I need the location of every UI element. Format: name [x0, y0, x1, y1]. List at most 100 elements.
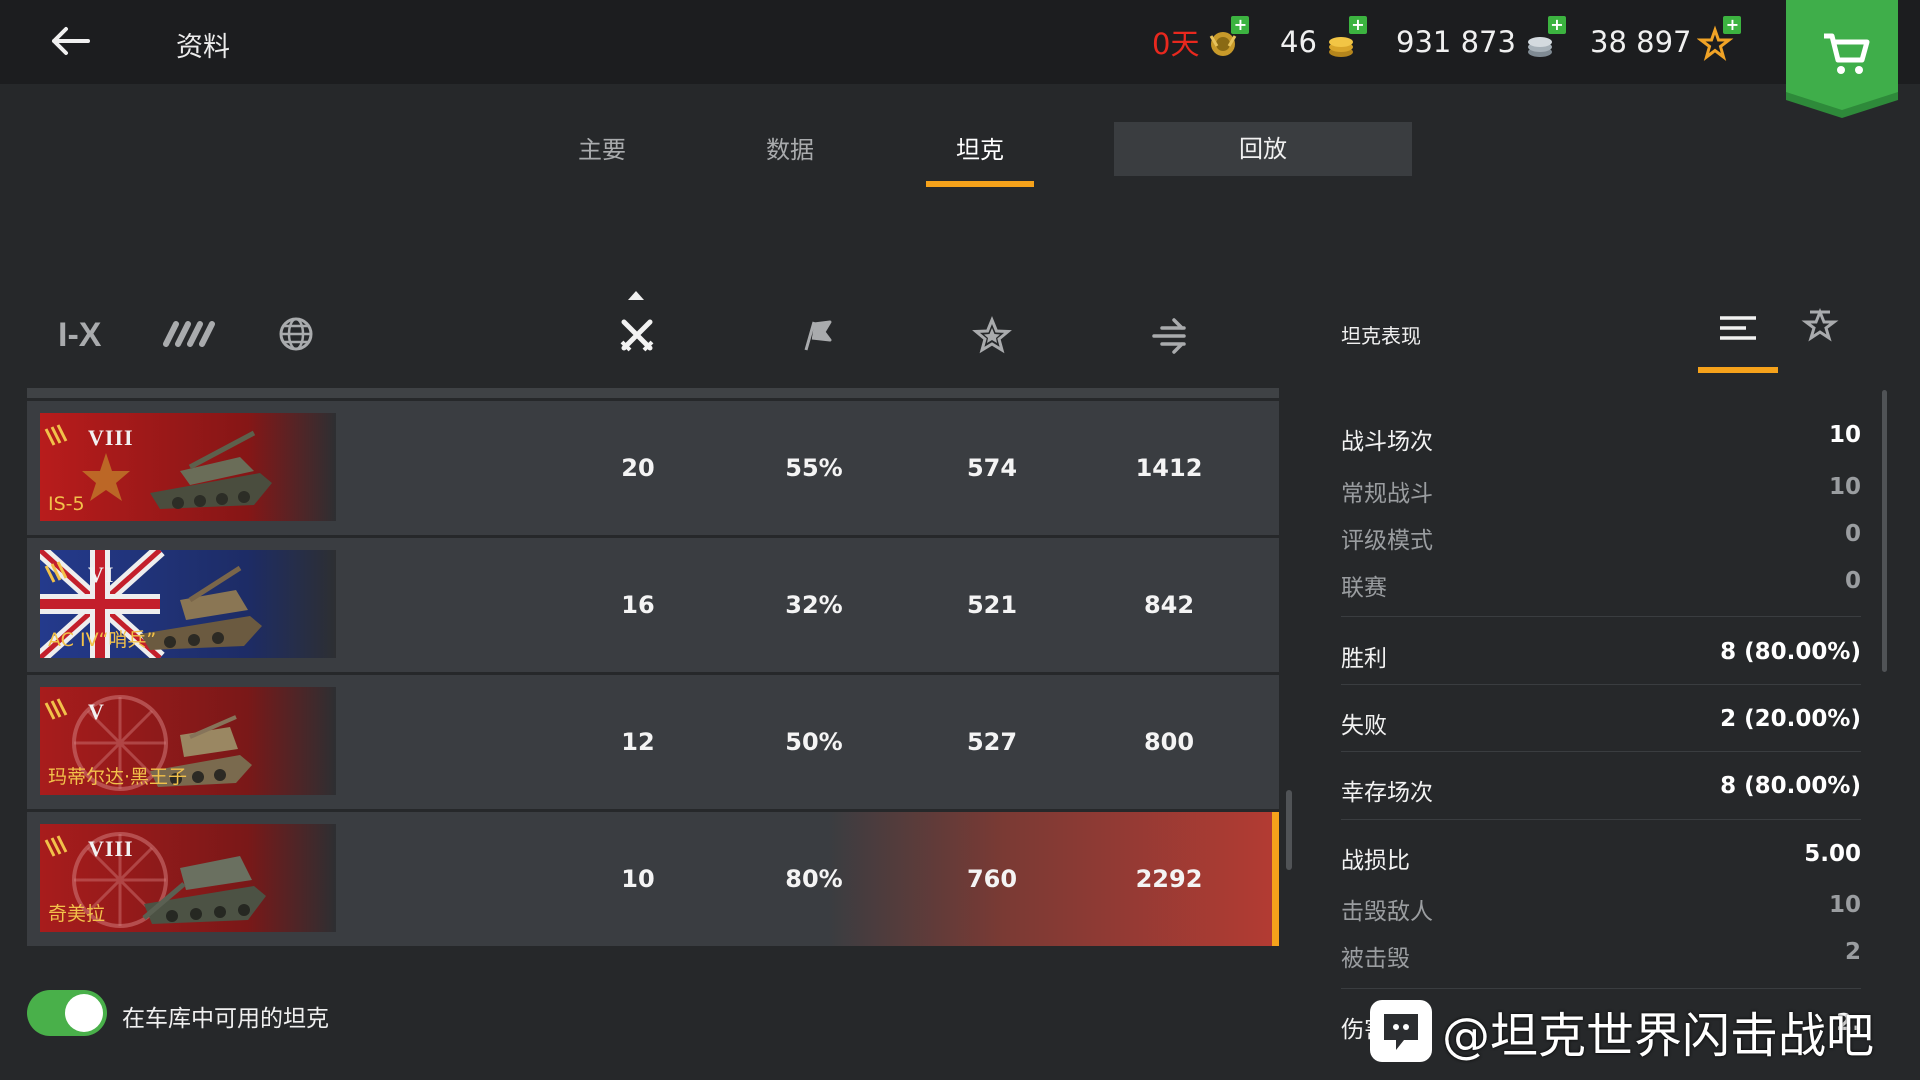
credits-counter[interactable]: 931 873 + [1396, 16, 1566, 62]
premium-days-value: 0天 [1152, 27, 1200, 61]
tank-tier: V [88, 699, 105, 724]
stat-value: 2 [1844, 939, 1861, 965]
stat-value: 10 [1828, 422, 1861, 448]
active-tab-indicator [926, 181, 1034, 187]
details-list-tab[interactable] [1698, 300, 1778, 356]
damage-cell: 2292 [1135, 865, 1203, 893]
tier-filter-button[interactable]: I-X [58, 316, 101, 355]
stat-label: 被击毁 [1341, 946, 1410, 972]
stat-divider [1341, 751, 1861, 752]
list-header-divider [27, 388, 1279, 398]
avg-damage-column-icon[interactable] [1150, 316, 1190, 360]
tank-row[interactable]: V 玛蒂尔达·黑王子 12 50% 527 800 [27, 675, 1279, 809]
achievements-tab[interactable] [1780, 300, 1860, 356]
damage-cell: 842 [1143, 591, 1195, 619]
sort-arrow-icon [628, 291, 644, 300]
tank-tier: VI [88, 562, 115, 587]
panel-tab-indicator [1698, 367, 1778, 373]
tank-row[interactable]: VIII IS-5 20 55% 574 1412 [27, 401, 1279, 535]
add-premium-icon[interactable]: + [1231, 16, 1250, 34]
battles-cell: 16 [621, 591, 655, 619]
tank-tier: VIII [88, 836, 134, 861]
add-credits-icon[interactable]: + [1547, 16, 1566, 34]
tab-replays[interactable]: 回放 [1114, 122, 1412, 176]
tank-name: 奇美拉 [48, 903, 106, 925]
tank-name: IS-5 [48, 493, 85, 515]
battles-cell: 20 [621, 454, 655, 482]
stat-divider [1341, 684, 1861, 685]
stat-label: 胜利 [1341, 646, 1387, 672]
tank-tier: VIII [88, 425, 134, 450]
tank-card: VI AC IV“哨兵” [40, 550, 336, 658]
tank-card: VIII IS-5 [40, 413, 336, 521]
top-bar: 资料 0天 + 46 + 931 873 + 38 897 + [0, 0, 1920, 118]
stat-label: 联赛 [1341, 575, 1387, 601]
tab-tanks[interactable]: 坦克 [930, 122, 1030, 186]
mastery-xp-column-icon[interactable] [972, 316, 1012, 360]
tank-card: VIII 奇美拉 [40, 824, 336, 932]
stat-value: 0 [1844, 521, 1861, 547]
stat-label: 评级模式 [1341, 528, 1433, 554]
tieba-logo-icon [1370, 1000, 1432, 1062]
tank-row[interactable]: VI AC IV“哨兵” 16 32% 521 842 [27, 538, 1279, 672]
tank-name: 玛蒂尔达·黑王子 [48, 766, 188, 788]
tab-data[interactable]: 数据 [740, 122, 840, 186]
watermark-text: @坦克世界闪击战吧 [1442, 1008, 1875, 1064]
gold-value: 46 [1280, 25, 1317, 59]
stat-label: 常规战斗 [1341, 481, 1433, 507]
battles-column-icon[interactable] [618, 316, 656, 358]
stat-divider [1341, 616, 1861, 617]
stat-label: 幸存场次 [1341, 780, 1433, 806]
stat-value: 10 [1828, 474, 1861, 500]
stat-value: 5.00 [1804, 841, 1861, 867]
stat-value: 2 (20.00%) [1720, 706, 1861, 732]
winrate-cell: 55% [785, 454, 843, 482]
add-free-xp-icon[interactable]: + [1723, 16, 1742, 34]
gold-counter[interactable]: 46 + [1280, 16, 1367, 62]
stat-label: 战损比 [1341, 848, 1410, 874]
damage-cell: 800 [1143, 728, 1195, 756]
xp-cell: 521 [966, 591, 1018, 619]
stat-label: 失败 [1341, 713, 1387, 739]
gold-coins-icon: + [1323, 16, 1367, 62]
stat-value: 8 (80.00%) [1720, 639, 1861, 665]
silver-coins-icon: + [1522, 16, 1566, 62]
stat-divider [1341, 988, 1861, 989]
stat-value: 0 [1844, 568, 1861, 594]
toggle-knob [65, 994, 103, 1032]
nation-filter-icon[interactable] [278, 316, 314, 356]
panel-title: 坦克表现 [1341, 324, 1421, 348]
garage-filter-label: 在车库中可用的坦克 [122, 1006, 329, 1032]
damage-cell: 1412 [1135, 454, 1203, 482]
tank-type-filter-icon[interactable] [162, 316, 218, 356]
credits-value: 931 873 [1396, 25, 1516, 59]
back-arrow-icon[interactable] [44, 18, 100, 66]
shop-cart-button[interactable] [1786, 0, 1898, 118]
winrate-column-icon[interactable] [796, 316, 834, 358]
tank-row-selected[interactable]: VIII 奇美拉 10 80% 760 2292 [27, 812, 1279, 946]
battles-cell: 12 [621, 728, 655, 756]
winrate-cell: 50% [785, 728, 843, 756]
add-gold-icon[interactable]: + [1348, 16, 1367, 34]
tab-main[interactable]: 主要 [552, 122, 652, 186]
premium-account-counter[interactable]: 0天 + [1152, 16, 1250, 62]
garage-filter-toggle[interactable] [27, 990, 107, 1036]
free-xp-counter[interactable]: 38 897 + [1590, 16, 1742, 62]
page-title: 资料 [176, 32, 230, 63]
stat-value: 10 [1828, 892, 1861, 918]
stat-label: 击毁敌人 [1341, 899, 1433, 925]
free-xp-value: 38 897 [1590, 25, 1692, 59]
stat-divider [1341, 819, 1861, 820]
winrate-cell: 32% [785, 591, 843, 619]
battles-cell: 10 [621, 865, 655, 893]
free-xp-star-icon: + [1697, 16, 1742, 62]
tank-name: AC IV“哨兵” [48, 629, 157, 651]
xp-cell: 574 [966, 454, 1018, 482]
selected-row-indicator [1272, 812, 1279, 946]
stats-panel-scrollbar[interactable] [1882, 390, 1887, 672]
tank-list-scrollbar[interactable] [1286, 790, 1292, 870]
watermark: @坦克世界闪击战吧 [1370, 996, 1874, 1066]
xp-cell: 527 [966, 728, 1018, 756]
winrate-cell: 80% [785, 865, 843, 893]
stat-label: 战斗场次 [1341, 429, 1433, 455]
